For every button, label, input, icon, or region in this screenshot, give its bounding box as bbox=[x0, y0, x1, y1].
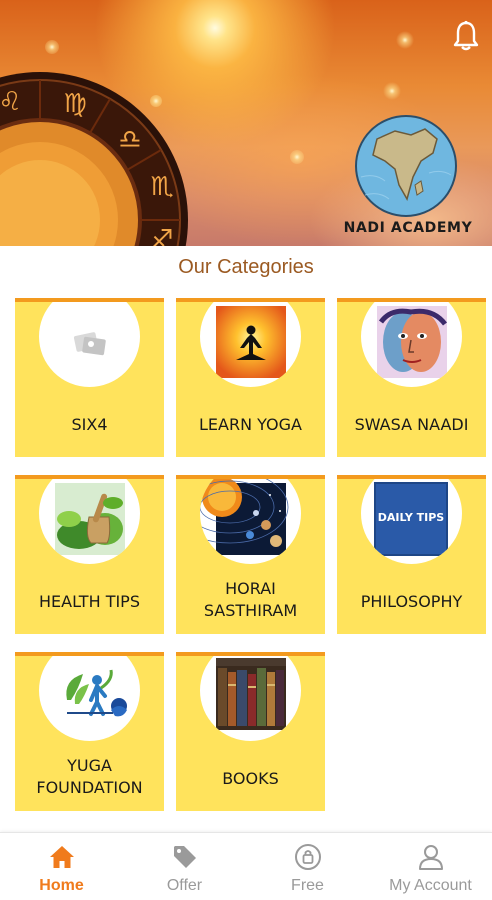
free-lock-icon bbox=[295, 844, 321, 870]
zodiac-wheel-image: ♌ ♍ ♎ ♏ ♐ ♑ ♋ bbox=[0, 72, 188, 246]
category-image-books bbox=[200, 656, 301, 741]
category-card-health-tips[interactable]: HEALTH TIPS bbox=[15, 475, 164, 634]
category-label-line2: SASTHIRAM bbox=[203, 601, 298, 620]
section-title: Our Categories bbox=[178, 256, 314, 278]
nav-label: Offer bbox=[166, 877, 203, 894]
nav-item-home[interactable]: Home bbox=[0, 833, 123, 900]
category-card-swasa-naadi[interactable]: SWASA NAADI bbox=[337, 298, 486, 457]
svg-text:♌: ♌ bbox=[0, 87, 22, 117]
category-label: PHILOSOPHY bbox=[360, 592, 463, 611]
category-card-learn-yoga[interactable]: LEARN YOGA bbox=[176, 298, 325, 457]
category-label: LEARN YOGA bbox=[199, 415, 302, 434]
category-label: BOOKS bbox=[222, 769, 279, 788]
category-label: SIX4 bbox=[71, 415, 108, 434]
category-card-books[interactable]: BOOKS bbox=[176, 652, 325, 811]
nav-item-my-account[interactable]: My Account bbox=[369, 833, 492, 900]
category-image-swasa-naadi bbox=[361, 302, 462, 387]
category-card-yuga-foundation[interactable]: YUGA FOUNDATION bbox=[15, 652, 164, 811]
category-label-line2: FOUNDATION bbox=[36, 778, 143, 797]
category-image-six4 bbox=[39, 302, 140, 387]
nadi-academy-logo bbox=[355, 115, 457, 217]
bell-icon[interactable] bbox=[452, 20, 480, 52]
sparkle bbox=[383, 82, 401, 100]
svg-text:♍: ♍ bbox=[63, 89, 86, 119]
category-label-line1: HORAI bbox=[225, 579, 276, 598]
header-banner: ♌ ♍ ♎ ♏ ♐ ♑ ♋ NADI ACADEMY bbox=[0, 0, 492, 246]
category-image-yuga-foundation bbox=[39, 656, 140, 741]
svg-text:♐: ♐ bbox=[150, 225, 173, 246]
nav-label: Home bbox=[39, 877, 84, 894]
nav-item-offer[interactable]: Offer bbox=[123, 833, 246, 900]
tag-icon bbox=[174, 846, 196, 868]
user-icon bbox=[419, 845, 443, 870]
category-label: HEALTH TIPS bbox=[39, 592, 140, 611]
nav-item-free[interactable]: Free bbox=[246, 833, 369, 900]
svg-text:♏: ♏ bbox=[150, 172, 173, 202]
daily-tips-text: DAILY TIPS bbox=[378, 511, 444, 524]
category-label-line1: YUGA bbox=[67, 756, 112, 775]
category-card-philosophy[interactable]: DAILY TIPS PHILOSOPHY bbox=[337, 475, 486, 634]
category-grid: SIX4 LEARN YOGA SWASA NAADI HEALTH TIPS … bbox=[15, 298, 486, 818]
category-card-six4[interactable]: SIX4 bbox=[15, 298, 164, 457]
svg-text:♎: ♎ bbox=[118, 125, 141, 155]
category-image-learn-yoga bbox=[200, 302, 301, 387]
category-image-philosophy: DAILY TIPS bbox=[361, 479, 462, 564]
category-label: HORAI SASTHIRAM bbox=[180, 578, 321, 622]
sparkle bbox=[290, 150, 304, 164]
home-icon bbox=[50, 846, 74, 868]
category-label: YUGA FOUNDATION bbox=[19, 755, 160, 799]
nav-label: My Account bbox=[389, 877, 472, 894]
sparkle bbox=[395, 30, 415, 50]
category-image-horai-sasthiram bbox=[200, 479, 301, 564]
category-image-health-tips bbox=[39, 479, 140, 564]
nav-label: Free bbox=[291, 877, 324, 894]
bottom-navigation: Home Offer Free My Account bbox=[0, 832, 492, 900]
logo-text: NADI ACADEMY bbox=[343, 220, 473, 236]
category-card-horai-sasthiram[interactable]: HORAI SASTHIRAM bbox=[176, 475, 325, 634]
sparkle bbox=[45, 40, 59, 54]
category-label: SWASA NAADI bbox=[354, 415, 469, 434]
